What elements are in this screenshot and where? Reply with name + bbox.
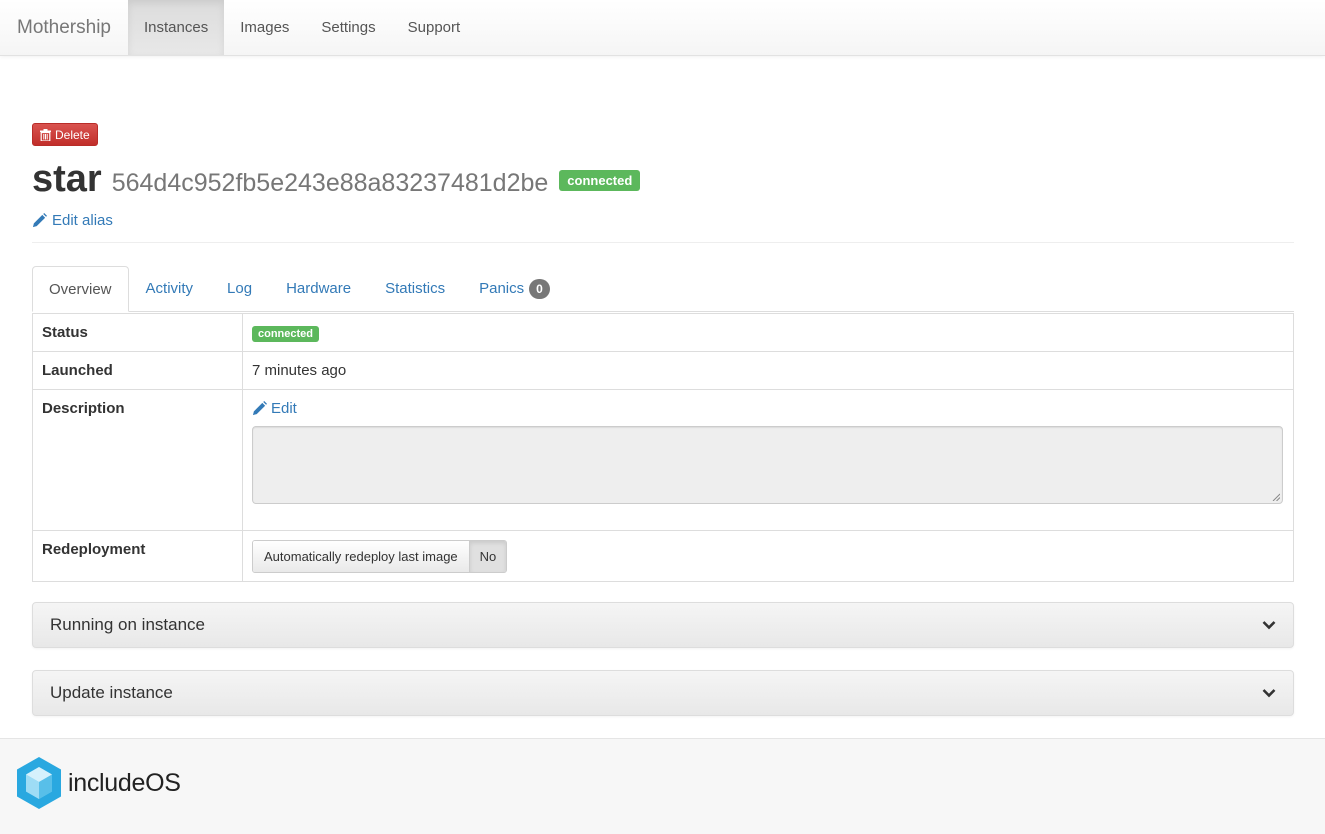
tab-activity[interactable]: Activity [129,266,211,311]
table-row: Redeployment Automatically redeploy last… [32,530,1294,582]
table-row: Description Edit [32,389,1294,531]
running-on-instance-panel[interactable]: Running on instance [32,602,1294,648]
tab-overview[interactable]: Overview [32,266,129,312]
instance-id: 564d4c952fb5e243e88a83237481d2be [111,169,549,197]
status-cell: connected [242,313,1294,352]
top-navbar: Mothership Instances Images Settings Sup… [0,0,1325,56]
redeploy-value[interactable]: No [468,541,507,572]
logo-text: includeOS [68,768,181,797]
launched-value: 7 minutes ago [242,351,1294,390]
delete-button[interactable]: Delete [32,123,98,146]
resize-grip-icon[interactable] [1272,493,1280,501]
table-row: Launched 7 minutes ago [32,351,1294,390]
description-label: Description [32,389,243,531]
redeploy-toggle: Automatically redeploy last image No [252,540,508,573]
overview-table: Status connected Launched 7 minutes ago … [32,313,1294,582]
update-panel-title: Update instance [50,683,173,702]
tab-hardware[interactable]: Hardware [269,266,368,311]
status-label: Status [32,313,243,352]
tab-statistics[interactable]: Statistics [368,266,462,311]
pencil-icon [252,401,267,416]
trash-icon [40,128,51,141]
instance-alias: star [32,158,102,200]
table-row: Status connected [32,313,1294,352]
hexagon-logo-icon [17,757,61,809]
includeos-logo: includeOS [14,755,181,811]
nav-instances[interactable]: Instances [128,0,225,55]
nav-settings[interactable]: Settings [305,0,391,55]
delete-label: Delete [55,127,90,142]
launched-label: Launched [32,351,243,390]
edit-description-label: Edit [271,400,297,417]
edit-description-link[interactable]: Edit [252,400,1284,417]
update-instance-panel[interactable]: Update instance [32,670,1294,716]
chevron-down-icon [1262,621,1276,630]
instance-title: star 564d4c952fb5e243e88a83237481d2be co… [32,158,641,204]
pencil-icon [32,213,47,228]
redeploy-button[interactable]: Automatically redeploy last image [253,541,469,572]
chevron-down-icon [1262,689,1276,698]
instance-tabs: Overview Activity Log Hardware Statistic… [32,266,1294,312]
panics-count-badge: 0 [529,278,550,299]
tab-panics[interactable]: Panics 0 [462,266,567,311]
tab-log[interactable]: Log [210,266,269,311]
divider [32,242,1294,243]
edit-alias-link[interactable]: Edit alias [32,212,113,229]
footer: includeOS [0,738,1325,834]
running-panel-title: Running on instance [50,615,206,634]
tab-panics-label: Panics [479,280,525,297]
edit-alias-label: Edit alias [52,212,113,229]
description-cell: Edit [242,389,1294,531]
status-value-badge: connected [252,326,320,342]
status-badge: connected [559,170,641,191]
redeployment-label: Redeployment [32,530,243,582]
nav-support[interactable]: Support [392,0,477,55]
description-textarea[interactable] [252,426,1283,504]
redeployment-cell: Automatically redeploy last image No [242,530,1294,582]
brand-link[interactable]: Mothership [0,0,128,55]
nav-images[interactable]: Images [224,0,305,55]
